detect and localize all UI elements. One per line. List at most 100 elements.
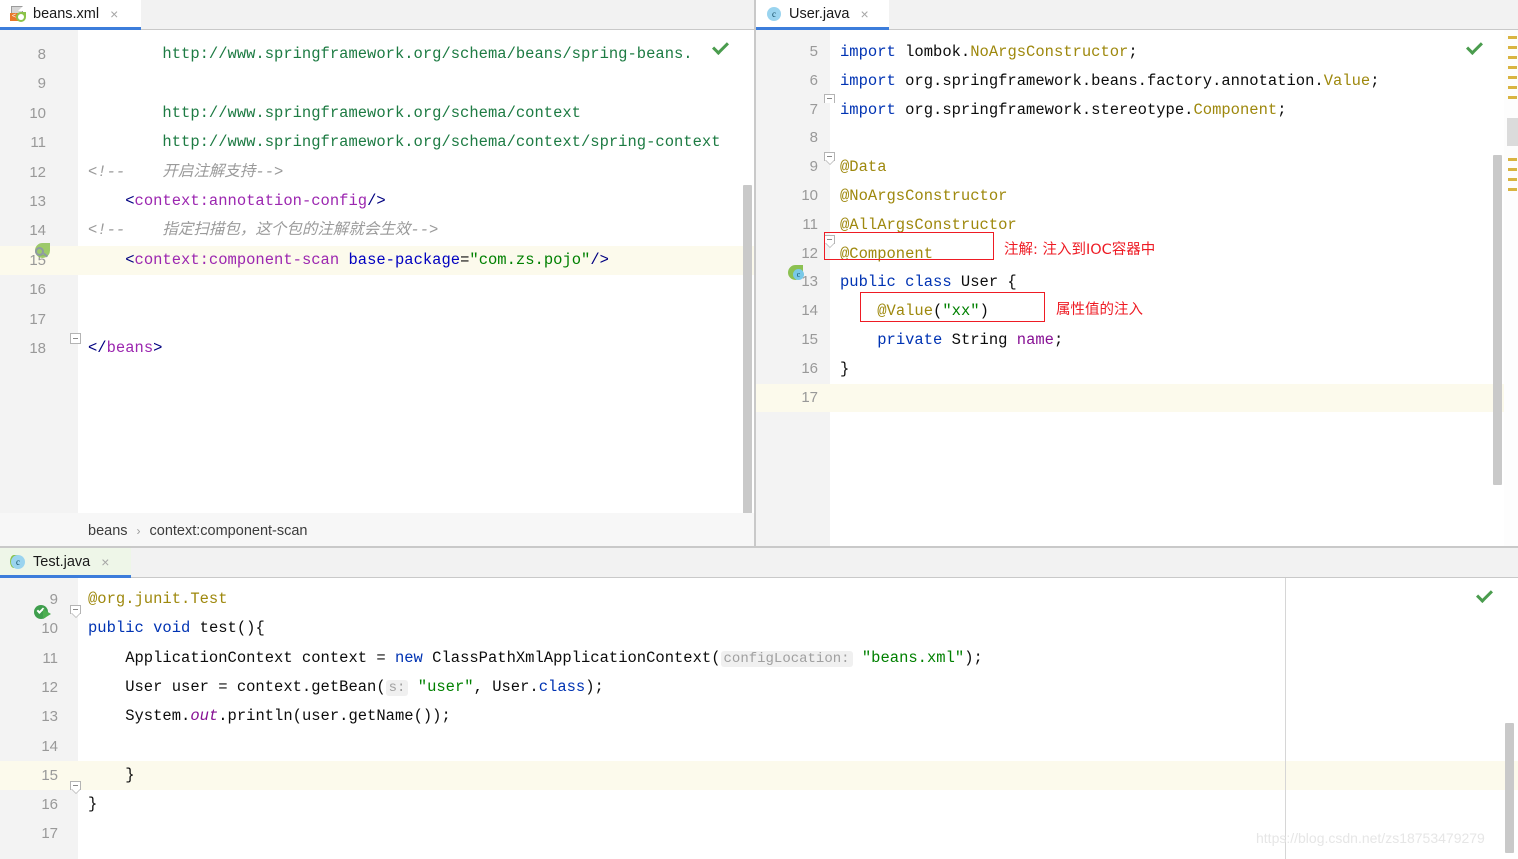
code-line[interactable]: 18 </beans>: [0, 334, 756, 363]
token-plain: test(){: [199, 619, 265, 638]
code-line[interactable]: 13 <context:annotation-config/>: [0, 187, 756, 216]
java-test-icon: c: [10, 554, 26, 570]
test-editor-body[interactable]: 9 @org.junit.Test 10 public void test(){11 …: [0, 578, 1518, 859]
close-icon[interactable]: ×: [101, 555, 109, 569]
tabbar-user: c User.java ×: [756, 0, 1518, 30]
close-icon[interactable]: ×: [110, 7, 118, 21]
code-line[interactable]: 17: [756, 383, 1518, 413]
line-number: 16: [801, 359, 818, 377]
token-hint: configLocation:: [720, 650, 853, 667]
annotation-note-value: 属性值的注入: [1056, 302, 1143, 318]
code-line[interactable]: 8: [756, 124, 1518, 153]
spring-bean-gutter-icon[interactable]: [34, 242, 51, 259]
code-text: }: [840, 355, 849, 384]
code-line[interactable]: 13 System.out.println(user.getName());: [0, 702, 1518, 731]
fold-marker-imports[interactable]: [824, 94, 835, 107]
fold-marker-class[interactable]: [824, 152, 835, 165]
token-plain: User {: [951, 273, 1017, 292]
tab-test-java[interactable]: c Test.java ×: [0, 548, 131, 578]
user-editor-body[interactable]: 5 import lombok.NoArgsConstructor; 6 import…: [756, 30, 1518, 548]
code-line[interactable]: 17: [0, 305, 756, 334]
code-line[interactable]: 9 @Data: [756, 153, 1518, 182]
code-text: }: [88, 761, 134, 790]
code-line[interactable]: 10 @NoArgsConstructor: [756, 182, 1518, 211]
token-tag: />: [590, 250, 609, 269]
code-line[interactable]: 16}: [756, 355, 1518, 384]
code-line[interactable]: 12 <!-- 开启注解支持-->: [0, 158, 756, 187]
code-text: <!-- 指定扫描包，这个包的注解就会生效-->: [88, 216, 438, 245]
line-number: 12: [29, 163, 46, 181]
code-line[interactable]: 10 public void test(){: [0, 614, 1518, 643]
token-anno: NoArgsConstructor: [970, 43, 1129, 61]
editor-pane-test-java: c Test.java × 9 @org.junit.Test 10 public v…: [0, 548, 1518, 859]
tabbar-test: c Test.java ×: [0, 548, 1518, 578]
tab-user-java[interactable]: c User.java ×: [756, 0, 889, 30]
token-comment: <!-- 开启注解支持-->: [88, 162, 284, 181]
token-anno: Value: [1323, 71, 1371, 90]
code-line[interactable]: 14 <!-- 指定扫描包，这个包的注解就会生效-->: [0, 216, 756, 245]
user-vertical-scrollbar[interactable]: [1493, 155, 1502, 485]
code-line[interactable]: 16}: [0, 790, 1518, 819]
fold-marker[interactable]: [70, 333, 81, 344]
code-line[interactable]: 15 <context:component-scan base-package=…: [0, 245, 756, 276]
token-tag: />: [367, 192, 386, 210]
breadcrumb[interactable]: beans › context:component-scan: [0, 513, 756, 548]
test-vertical-scrollbar[interactable]: [1505, 723, 1514, 853]
code-text: @NoArgsConstructor: [840, 182, 1007, 211]
run-test-gutter-icon[interactable]: [34, 605, 52, 622]
token-plain: lombok.: [895, 43, 971, 61]
token-kw: import: [840, 43, 896, 61]
xml-editor-body[interactable]: 8 http://www.springframework.org/schema/…: [0, 30, 756, 548]
test-code-lines[interactable]: 9 @org.junit.Test 10 public void test(){11 …: [0, 578, 1518, 859]
code-text: http://www.springframework.org/schema/co…: [88, 99, 581, 128]
breadcrumb-root[interactable]: beans: [88, 523, 128, 539]
code-line[interactable]: 16: [0, 275, 756, 304]
token-plain: ;: [1370, 71, 1380, 90]
code-line[interactable]: 11 ApplicationContext context = new Clas…: [0, 644, 1518, 673]
token-plain: org.springframework.beans.factory.annota…: [895, 71, 1324, 90]
code-line[interactable]: 8 http://www.springframework.org/schema/…: [0, 40, 756, 69]
chevron-right-icon: ›: [136, 523, 141, 538]
user-error-stripe[interactable]: [1504, 30, 1518, 548]
token-kw: class: [538, 677, 586, 696]
code-line[interactable]: 14: [0, 732, 1518, 761]
xml-code-lines[interactable]: 8 http://www.springframework.org/schema/…: [0, 30, 756, 548]
user-code-lines[interactable]: 5 import lombok.NoArgsConstructor; 6 import…: [756, 30, 1518, 548]
code-line[interactable]: 15 }: [0, 760, 1518, 791]
java-icon-letter: c: [11, 554, 25, 569]
code-line[interactable]: 5 import lombok.NoArgsConstructor;: [756, 38, 1518, 67]
token-hint: s:: [385, 679, 409, 696]
line-number: 16: [29, 281, 46, 299]
line-number: 8: [809, 129, 818, 147]
java-icon-letter: c: [767, 6, 781, 21]
breadcrumb-leaf[interactable]: context:component-scan: [150, 523, 308, 539]
code-line[interactable]: 11 http://www.springframework.org/schema…: [0, 128, 756, 157]
fold-marker-method-end[interactable]: [70, 781, 81, 794]
fold-marker-method[interactable]: [70, 605, 81, 618]
line-number: 5: [809, 43, 818, 60]
code-line[interactable]: 15 private String name;: [756, 326, 1518, 355]
code-line[interactable]: 10 http://www.springframework.org/schema…: [0, 99, 756, 128]
token-kw: public class: [840, 273, 952, 292]
line-number: 14: [41, 737, 58, 755]
code-line[interactable]: 12 User user = context.getBean(s: "user"…: [0, 673, 1518, 702]
token-plain: ;: [1277, 100, 1287, 119]
code-line[interactable]: 9: [0, 69, 756, 98]
code-line[interactable]: 7 import org.springframework.stereotype.C…: [756, 96, 1518, 125]
code-line[interactable]: 9 @org.junit.Test: [0, 585, 1518, 614]
code-text: import lombok.NoArgsConstructor;: [840, 38, 1138, 67]
token-plain: ClassPathXmlApplicationContext(: [422, 648, 721, 667]
token-field: name: [1016, 331, 1054, 349]
close-icon[interactable]: ×: [860, 7, 868, 21]
tab-label: User.java: [789, 5, 850, 22]
tab-beans-xml[interactable]: < beans.xml ×: [0, 0, 141, 30]
xml-vertical-scrollbar[interactable]: [743, 185, 752, 535]
token-plain: =: [460, 250, 470, 269]
token-kw: new: [394, 648, 423, 667]
spring-component-gutter-icon[interactable]: c: [788, 264, 805, 281]
code-text: ApplicationContext context = new ClassPa…: [88, 644, 983, 674]
code-text: import org.springframework.beans.factory…: [840, 67, 1380, 96]
code-line[interactable]: 6 import org.springframework.beans.factor…: [756, 67, 1518, 96]
